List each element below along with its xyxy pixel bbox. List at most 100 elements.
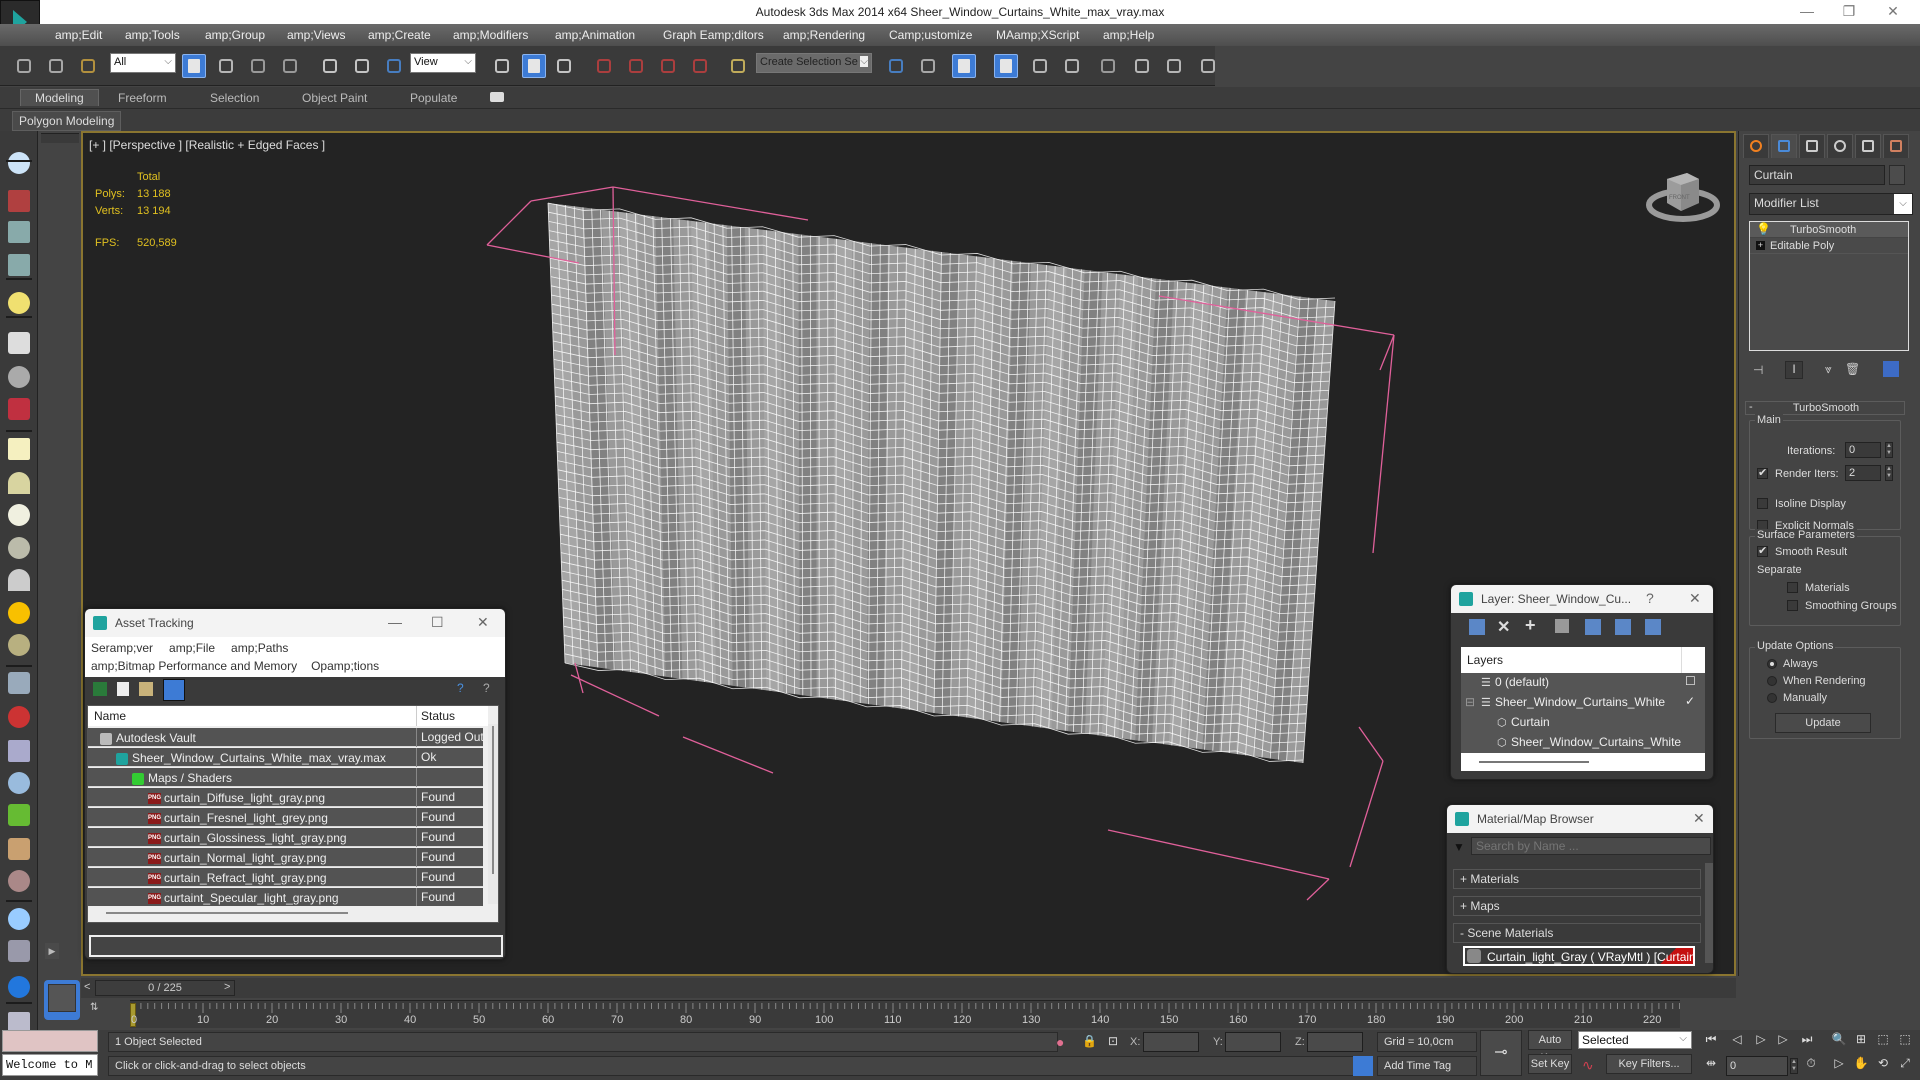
iterations-input[interactable]: 0 [1845,442,1881,458]
play-icon[interactable]: ▷ [1752,1032,1770,1048]
create-tab[interactable] [1743,134,1769,158]
current-layer-check-icon[interactable]: ✓ [1685,694,1695,708]
ribbon-tab-populate[interactable]: Populate [396,90,471,106]
delete-layer-icon[interactable]: ✕ [1497,617,1510,637]
motion-tab[interactable] [1827,134,1853,158]
help-icon[interactable]: ? [483,681,490,695]
show-end-result-icon[interactable]: I [1785,361,1803,379]
object-properties-icon[interactable] [8,221,30,243]
snap-3d-icon[interactable] [592,54,616,78]
tree-view-icon[interactable] [139,682,153,696]
asset-menu-amppaths[interactable]: amp;Paths [231,641,288,655]
asset-row[interactable]: PNG curtain_Normal_light_gray.png Found [88,848,483,867]
material-slot-icon[interactable] [8,940,30,962]
menu-ampmodifiers[interactable]: amp;Modifiers [453,28,528,42]
mirror-icon[interactable] [884,54,908,78]
move-icon[interactable] [318,54,342,78]
asset-row[interactable]: PNG curtain_Diffuse_light_gray.png Found [88,788,483,807]
set-key-mode-button[interactable]: ⊸ [1480,1030,1522,1076]
create-geometry-icon[interactable] [8,152,30,174]
render-iters-input[interactable]: 2 [1845,465,1881,481]
angle-snap-icon[interactable] [624,54,648,78]
current-frame-spinner[interactable]: ▲ ▼ [1790,1058,1798,1074]
collapse-icon[interactable]: ⊟ [1465,695,1475,709]
scene-explorer-icon[interactable] [994,54,1018,78]
ornatrix-icon[interactable] [8,870,30,892]
material-browser-titlebar[interactable]: Material/Map Browser ✕ [1447,805,1713,833]
material-editor-icon[interactable] [1096,54,1120,78]
zoom-extents-icon[interactable]: ⬚ [1874,1032,1892,1048]
asset-menu-opamptions[interactable]: Opamp;tions [311,659,379,673]
light-sphere-icon[interactable] [8,504,30,526]
render-frame-window-icon[interactable] [8,190,30,212]
zoom-all-icon[interactable]: ⊞ [1852,1032,1870,1048]
sun-icon[interactable] [8,602,30,624]
track-bar[interactable]: 0 10 20 30 40 50 60 70 80 90 100 110 120 130 140 150 160… [130,1000,1680,1028]
maxscript-mini-listener-input[interactable]: Welcome to M [2,1054,98,1076]
layer-row[interactable]: ⊟ ☰ Sheer_Window_Curtains_White ✓ [1461,693,1705,713]
horizontal-scrollbar[interactable] [1479,761,1589,763]
bind-spacewarp-icon[interactable] [76,54,100,78]
previous-frame-button[interactable]: < [84,981,90,993]
close-button[interactable]: ✕ [477,614,489,631]
key-mode-dropdown[interactable]: Selected ⌵ [1578,1031,1692,1049]
teapot-mesh-icon[interactable] [8,537,30,559]
link-icon[interactable] [12,54,36,78]
highlight-selected-layer-icon[interactable] [1585,619,1601,635]
asset-menu-serampver[interactable]: Seramp;ver [91,641,153,655]
separate-materials-checkbox[interactable] [1787,582,1798,593]
selection-lock-icon[interactable]: 🔒 [1082,1034,1097,1048]
orbit-icon[interactable]: ⟲ [1874,1056,1892,1072]
time-tag-icon[interactable] [1353,1056,1373,1076]
rotate-icon[interactable] [350,54,374,78]
grass-icon[interactable] [8,804,30,826]
object-color-swatch[interactable] [1889,165,1905,185]
mini-curve-editor-icon[interactable]: ⇅ [90,1002,112,1024]
menu-ampanimation[interactable]: amp;Animation [555,28,635,42]
auto-key-button[interactable]: Auto Key [1528,1030,1572,1064]
time-configuration-icon[interactable]: ⏱ [1802,1056,1820,1072]
lightbulb-icon[interactable]: 💡 [1756,222,1771,236]
turbosmooth-rollout-header[interactable]: - TurboSmooth [1745,401,1905,415]
name-column-header[interactable]: Name [94,709,126,723]
menu-amptools[interactable]: amp;Tools [125,28,180,42]
layer-manager-icon[interactable] [8,254,30,276]
refresh-icon[interactable] [93,682,107,696]
utilities-tab[interactable] [1883,134,1909,158]
ribbon-options-icon[interactable] [490,92,504,102]
display-tab[interactable] [1855,134,1881,158]
schematic-view-icon[interactable] [1060,54,1084,78]
separate-smoothing-checkbox[interactable] [1787,600,1798,611]
ribbon-tab-selection[interactable]: Selection [196,90,273,106]
default-in-out-tangents-icon[interactable]: ∿ [1582,1057,1594,1074]
vault-help-icon[interactable]: ? [457,681,464,695]
expand-plus-icon[interactable]: + [1756,241,1765,250]
help-button[interactable]: ? [1646,590,1654,606]
render-iters-spinner[interactable]: ▲ ▼ [1885,465,1893,481]
pan-view-icon[interactable]: ✋ [1852,1056,1870,1072]
pin-stack-icon[interactable]: ⊣ [1753,363,1763,377]
update-always-radio[interactable] [1767,659,1777,669]
dumbbell-icon[interactable] [8,706,30,728]
asset-menu-ampbitmapperformance[interactable]: amp;Bitmap Performance and Memory [91,659,297,673]
select-manipulate-icon[interactable] [522,54,546,78]
rendered-frame-icon[interactable] [1162,54,1186,78]
remove-modifier-icon[interactable]: 🗑 [1845,362,1860,376]
polygon-modeling-panel[interactable]: Polygon Modeling [12,111,122,131]
iterations-spinner[interactable]: ▲ ▼ [1885,442,1893,458]
layer-row[interactable]: ☰ 0 (default) ☐ [1461,673,1705,693]
make-unique-icon[interactable]: ⩔ [1825,362,1832,377]
asset-row[interactable]: PNG curtain_Glossiness_light_gray.png Foun… [88,828,483,847]
render-icon[interactable] [1196,54,1220,78]
close-button[interactable]: ✕ [1693,810,1705,827]
isolate-selection-icon[interactable]: ● [1056,1034,1064,1050]
particle-grid-icon[interactable] [8,672,30,694]
asset-row[interactable]: PNG curtain_Fresnel_light_grey.png Found [88,808,483,827]
vertical-scrollbar[interactable] [1705,863,1713,963]
spinner-snap-icon[interactable] [688,54,712,78]
asset-menu-ampfile[interactable]: amp;File [169,641,215,655]
rect-selection-icon[interactable] [246,54,270,78]
restore-button[interactable]: ❐ [1834,3,1864,21]
z-coordinate-input[interactable] [1307,1032,1363,1052]
light-disc-icon[interactable] [8,634,30,656]
